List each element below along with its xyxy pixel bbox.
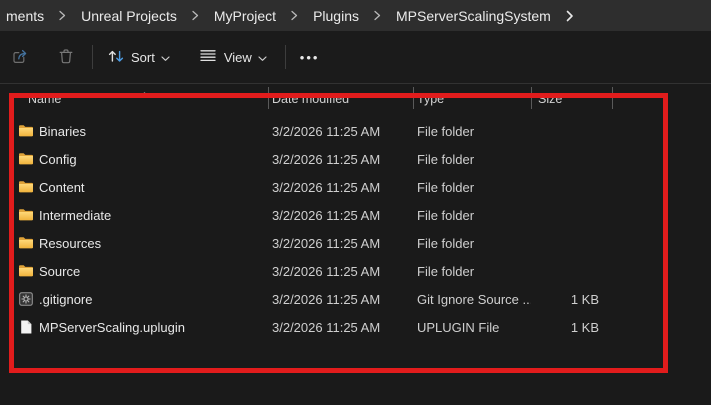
breadcrumb-chevron-icon[interactable]: [566, 10, 574, 22]
file-name: MPServerScaling.uplugin: [39, 320, 185, 335]
gitignore-file-icon: [18, 291, 34, 307]
file-date-modified: 3/2/2026 11:25 AM: [272, 320, 417, 335]
column-header-size[interactable]: Size: [531, 92, 612, 106]
file-type: File folder: [417, 208, 531, 223]
view-button-label: View: [224, 50, 252, 65]
file-row-source[interactable]: Source 3/2/2026 11:25 AM File folder: [0, 257, 711, 285]
breadcrumb-item-unreal-projects[interactable]: Unreal Projects: [79, 6, 179, 26]
trash-icon: [56, 46, 76, 69]
file-row-intermediate[interactable]: Intermediate 3/2/2026 11:25 AM File fold…: [0, 201, 711, 229]
breadcrumb-chevron-icon[interactable]: [59, 10, 66, 21]
file-type: File folder: [417, 152, 531, 167]
file-explorer-window: ments Unreal Projects MyProject Plugins …: [0, 0, 711, 405]
file-size: 1 KB: [531, 320, 612, 335]
toolbar-divider: [92, 45, 93, 69]
file-row-content[interactable]: Content 3/2/2026 11:25 AM File folder: [0, 173, 711, 201]
file-date-modified: 3/2/2026 11:25 AM: [272, 152, 417, 167]
file-list: Name Date modified Type Size Binaries 3/…: [0, 84, 711, 405]
more-options-icon: •••: [300, 51, 320, 64]
file-type: File folder: [417, 264, 531, 279]
breadcrumb: ments Unreal Projects MyProject Plugins …: [0, 0, 711, 31]
folder-icon: [18, 207, 34, 223]
chevron-down-icon: [161, 50, 170, 65]
breadcrumb-item-mpserverscalingsystem[interactable]: MPServerScalingSystem: [394, 6, 553, 26]
share-button[interactable]: [4, 41, 36, 74]
file-type: File folder: [417, 236, 531, 251]
file-row-uplugin[interactable]: MPServerScaling.uplugin 3/2/2026 11:25 A…: [0, 313, 711, 341]
file-row-binaries[interactable]: Binaries 3/2/2026 11:25 AM File folder: [0, 117, 711, 145]
sort-button[interactable]: Sort: [101, 42, 176, 73]
breadcrumb-item-documents[interactable]: ments: [4, 6, 46, 26]
delete-button[interactable]: [50, 41, 82, 74]
folder-icon: [18, 151, 34, 167]
breadcrumb-chevron-icon[interactable]: [192, 10, 199, 21]
file-date-modified: 3/2/2026 11:25 AM: [272, 264, 417, 279]
view-button[interactable]: View: [192, 41, 273, 74]
column-header-name[interactable]: Name: [10, 92, 272, 106]
file-type: File folder: [417, 180, 531, 195]
breadcrumb-item-myproject[interactable]: MyProject: [212, 6, 278, 26]
column-header-type[interactable]: Type: [417, 92, 531, 106]
uplugin-file-icon: [18, 319, 34, 335]
file-name: Binaries: [39, 124, 86, 139]
file-name: Resources: [39, 236, 101, 251]
sort-icon: [107, 47, 125, 68]
file-name: .gitignore: [39, 292, 92, 307]
file-row-resources[interactable]: Resources 3/2/2026 11:25 AM File folder: [0, 229, 711, 257]
file-rows: Binaries 3/2/2026 11:25 AM File folder C…: [0, 117, 711, 341]
file-type: Git Ignore Source ...: [417, 292, 531, 307]
file-row-gitignore[interactable]: .gitignore 3/2/2026 11:25 AM Git Ignore …: [0, 285, 711, 313]
file-type: File folder: [417, 124, 531, 139]
file-date-modified: 3/2/2026 11:25 AM: [272, 236, 417, 251]
file-row-config[interactable]: Config 3/2/2026 11:25 AM File folder: [0, 145, 711, 173]
file-date-modified: 3/2/2026 11:25 AM: [272, 292, 417, 307]
folder-icon: [18, 123, 34, 139]
folder-icon: [18, 179, 34, 195]
file-name: Source: [39, 264, 80, 279]
file-name: Content: [39, 180, 85, 195]
folder-icon: [18, 235, 34, 251]
file-name: Config: [39, 152, 77, 167]
command-bar: Sort View •••: [0, 31, 711, 84]
breadcrumb-chevron-icon[interactable]: [374, 10, 381, 21]
view-icon: [198, 46, 218, 69]
column-headers: Name Date modified Type Size: [0, 87, 711, 111]
share-icon: [10, 46, 30, 69]
file-date-modified: 3/2/2026 11:25 AM: [272, 208, 417, 223]
file-size: 1 KB: [531, 292, 612, 307]
file-type: UPLUGIN File: [417, 320, 531, 335]
breadcrumb-item-plugins[interactable]: Plugins: [311, 6, 361, 26]
file-date-modified: 3/2/2026 11:25 AM: [272, 124, 417, 139]
breadcrumb-chevron-icon[interactable]: [291, 10, 298, 21]
file-date-modified: 3/2/2026 11:25 AM: [272, 180, 417, 195]
toolbar-divider: [285, 45, 286, 69]
folder-icon: [18, 263, 34, 279]
file-name: Intermediate: [39, 208, 111, 223]
column-header-date-modified[interactable]: Date modified: [272, 92, 417, 106]
sort-button-label: Sort: [131, 50, 155, 65]
more-options-button[interactable]: •••: [294, 46, 326, 69]
chevron-down-icon: [258, 50, 267, 65]
